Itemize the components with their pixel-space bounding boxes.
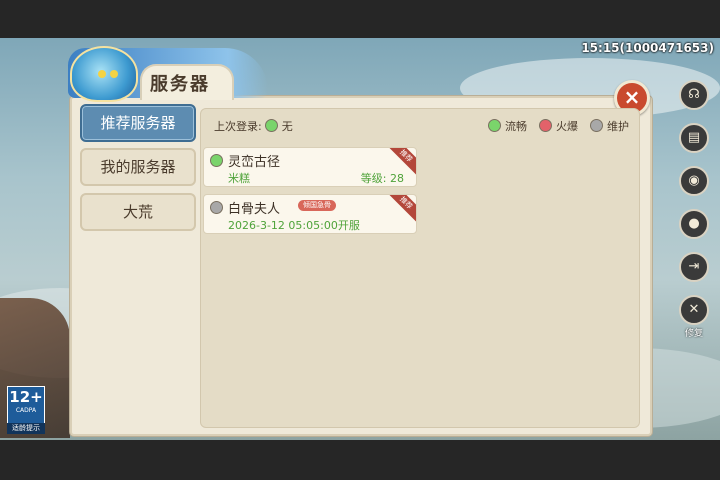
last-login: 上次登录: 无 [214,118,293,134]
age-rating-badge[interactable]: 12+ CADPA 适龄提示 [7,386,45,434]
side-menu: ☊ ▤ ◉ ● ⇥ ✕ 修复 [676,80,712,339]
tab-recommended-servers[interactable]: 推荐服务器 [80,104,196,142]
mascot-eye [98,70,106,78]
legend-label: 火爆 [556,120,578,133]
mascot-eye [110,70,118,78]
age-rating-tip: 适龄提示 [7,423,45,434]
server-name: 灵峦古径 [228,155,281,170]
character-name: 米糕 [228,172,250,185]
status-dot-icon [539,119,552,132]
tab-my-servers[interactable]: 我的服务器 [80,148,196,186]
side-menu-customer-service[interactable]: ☊ [676,80,712,120]
server-tag: 倾国急骨 [298,200,336,211]
level-value: 28 [390,172,404,185]
mascot-icon [70,46,138,102]
server-name: 白骨夫人 [228,202,281,217]
status-dot-icon [210,201,223,214]
side-menu-logout[interactable]: ⇥ [676,252,712,292]
age-rating-org: CADPA [15,407,37,414]
last-login-label: 上次登录: [214,120,262,133]
level-label: 等级: [360,172,387,185]
side-menu-repair[interactable]: ✕ 修复 [676,295,712,339]
logout-icon: ⇥ [679,252,709,282]
status-dot-icon [590,119,603,132]
side-menu-voice[interactable]: ◉ [676,166,712,206]
recommend-ribbon: 推荐 [384,195,416,225]
server-card-linglan[interactable]: 灵峦古径 米糕 等级: 28 推荐 [203,147,417,187]
voice-icon: ◉ [679,166,709,196]
tab-dahuang[interactable]: 大荒 [80,193,196,231]
server-card-baigu[interactable]: 白骨夫人 倾国急骨 2026-3-12 05:05:00开服 推荐 [203,194,417,234]
user-center-icon: ● [679,209,709,239]
character-level: 等级: 28 [361,170,404,186]
side-menu-label: 修复 [684,329,703,339]
status-dot-icon [265,119,279,132]
status-dot-icon [488,119,501,132]
legend-smooth: 流畅 [488,118,527,134]
time-and-id: 15:15(1000471653) [581,41,714,55]
headset-icon: ☊ [679,80,709,110]
server-open-time: 2026-3-12 05:05:00开服 [228,219,360,232]
repair-tools-icon: ✕ [679,295,709,325]
dialog-title: 服务器 [150,74,210,95]
legend-label: 维护 [607,120,629,133]
age-rating-age: 12+ [9,388,43,406]
top-letterbox [0,0,720,38]
bottom-letterbox [0,440,720,480]
close-x-icon: × [623,85,641,109]
legend-label: 流畅 [505,120,527,133]
status-dot-icon [210,154,223,167]
notice-icon: ▤ [679,123,709,153]
side-menu-user-center[interactable]: ● [676,209,712,249]
legend-busy: 火爆 [539,118,578,134]
last-login-value: 无 [281,120,293,133]
side-menu-notice[interactable]: ▤ [676,123,712,163]
legend-maintenance: 维护 [590,118,629,134]
